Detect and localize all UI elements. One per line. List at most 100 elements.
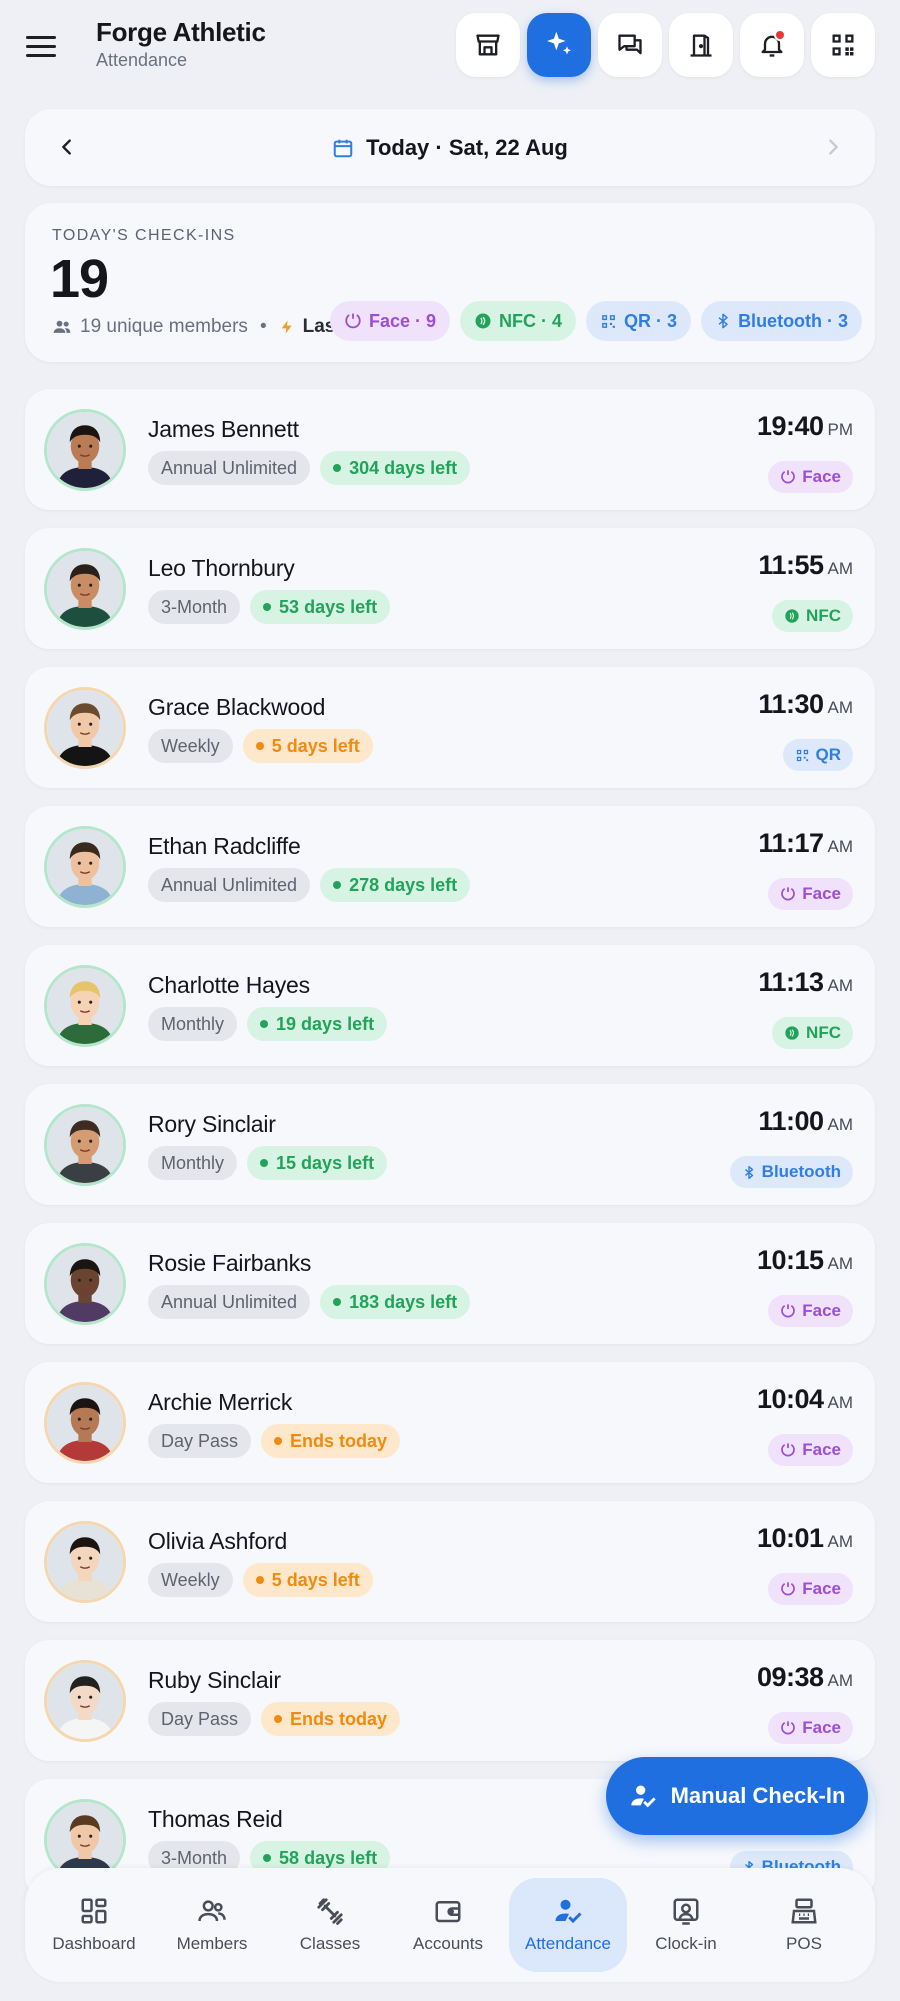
status-dot (263, 603, 272, 611)
checkin-time: 10:15 AM (757, 1245, 853, 1276)
avatar[interactable] (44, 687, 126, 769)
checkin-row[interactable]: James Bennett Annual Unlimited 304 days le… (25, 389, 875, 510)
checkin-row[interactable]: Grace Blackwood Weekly 5 days left 11:30 AM Q… (25, 667, 875, 788)
days-left-badge: 53 days left (250, 590, 391, 624)
page-subtitle: Attendance (96, 50, 188, 70)
member-name[interactable]: Charlotte Hayes (148, 972, 310, 999)
member-name[interactable]: Grace Blackwood (148, 694, 325, 721)
avatar[interactable] (44, 1382, 126, 1464)
checkin-row[interactable]: Archie Merrick Day Pass Ends today 10:04 AM F… (25, 1362, 875, 1483)
nav-pos[interactable]: POS (745, 1878, 863, 1972)
time-ampm: AM (827, 698, 854, 717)
days-left-badge: 304 days left (320, 451, 471, 485)
method-badge: Face (768, 1434, 853, 1466)
time-ampm: AM (827, 976, 854, 995)
avatar[interactable] (44, 548, 126, 630)
method-badge: Face (768, 1712, 853, 1744)
member-name[interactable]: Rory Sinclair (148, 1111, 276, 1138)
menu-icon[interactable] (26, 28, 62, 64)
face-scan-icon (345, 313, 361, 329)
avatar[interactable] (44, 965, 126, 1047)
ai-assistant-button[interactable] (527, 13, 591, 77)
chat-icon (618, 34, 642, 55)
checkin-row[interactable]: Ethan Radcliffe Annual Unlimited 278 days … (25, 806, 875, 927)
member-name[interactable]: Archie Merrick (148, 1389, 292, 1416)
chip-qr-label: QR · 3 (624, 310, 678, 331)
avatar[interactable] (44, 409, 126, 491)
time-ampm: AM (827, 1671, 854, 1690)
avatar[interactable] (44, 1660, 126, 1742)
plan-badge: Weekly (148, 1563, 233, 1597)
date-display[interactable]: Today · Sat, 22 Aug (25, 109, 875, 186)
plan-badge: Monthly (148, 1007, 238, 1041)
door-access-button[interactable] (669, 13, 733, 77)
membership-tags: Monthly 19 days left (148, 1007, 388, 1041)
nav-classes[interactable]: Classes (271, 1878, 389, 1972)
checkin-row[interactable]: Leo Thornbury 3-Month 53 days left 11:55 AM N… (25, 528, 875, 649)
checkin-row[interactable]: Olivia Ashford Weekly 5 days left 10:01 AM Fa… (25, 1501, 875, 1622)
chip-qr[interactable]: QR · 3 (586, 301, 692, 341)
messages-button[interactable] (598, 13, 662, 77)
checkin-row[interactable]: Charlotte Hayes Monthly 19 days left 11:13 A… (25, 945, 875, 1066)
method-label: Face (802, 1301, 841, 1320)
avatar[interactable] (44, 826, 126, 908)
checkin-row[interactable]: Rory Sinclair Monthly 15 days left 11:00 AM B… (25, 1084, 875, 1205)
next-day-button[interactable] (813, 127, 853, 167)
member-name[interactable]: Ruby Sinclair (148, 1667, 281, 1694)
manual-checkin-button[interactable]: Manual Check-In (606, 1757, 868, 1835)
qr-scanner-button[interactable] (811, 13, 875, 77)
status-dot (274, 1715, 283, 1723)
chip-nfc[interactable]: NFC · 4 (460, 301, 577, 341)
checkin-row[interactable]: Ruby Sinclair Day Pass Ends today 09:38 AM Fa… (25, 1640, 875, 1761)
nav-dashboard[interactable]: Dashboard (35, 1878, 153, 1972)
face-scan-icon (781, 1582, 796, 1596)
checkin-time: 10:01 AM (757, 1523, 853, 1554)
time-ampm: AM (827, 1115, 854, 1134)
member-name[interactable]: Rosie Fairbanks (148, 1250, 311, 1277)
time-ampm: AM (827, 1393, 854, 1412)
chip-face[interactable]: Face · 9 (330, 301, 451, 341)
time-value: 10:01 (756, 1523, 824, 1553)
nav-attendance[interactable]: Attendance (509, 1878, 627, 1972)
nav-members[interactable]: Members (153, 1878, 271, 1972)
avatar[interactable] (44, 1243, 126, 1325)
chip-bluetooth[interactable]: Bluetooth · 3 (701, 301, 863, 341)
plan-badge: Day Pass (148, 1424, 252, 1458)
avatar[interactable] (44, 1521, 126, 1603)
member-name[interactable]: Olivia Ashford (148, 1528, 287, 1555)
membership-tags: Weekly 5 days left (148, 1563, 373, 1597)
nav-accounts[interactable]: Accounts (389, 1878, 507, 1972)
status-dot (333, 1298, 342, 1306)
days-left-badge: 278 days left (320, 868, 471, 902)
calendar-icon (333, 139, 353, 157)
storefront-button[interactable] (456, 13, 520, 77)
method-badge: Face (768, 878, 853, 910)
nav-clock-in[interactable]: Clock-in (627, 1878, 745, 1972)
days-left-badge: Ends today (261, 1702, 401, 1736)
days-left-label: 53 days left (279, 596, 378, 617)
unique-members: 19 unique members (80, 316, 248, 337)
checkin-row[interactable]: Rosie Fairbanks Annual Unlimited 183 days … (25, 1223, 875, 1344)
days-left-badge: Ends today (261, 1424, 401, 1458)
notifications-button[interactable] (740, 13, 804, 77)
days-left-label: 304 days left (349, 457, 458, 478)
notification-badge (774, 29, 786, 41)
summary-label: TODAY'S CHECK-INS (52, 227, 236, 244)
status-dot (274, 1437, 283, 1445)
time-ampm: AM (827, 559, 854, 578)
time-value: 11:13 (758, 967, 824, 997)
method-badge: NFC (772, 600, 853, 632)
member-name[interactable]: Thomas Reid (148, 1806, 283, 1833)
manual-checkin-label: Manual Check-In (670, 1783, 846, 1808)
app-title: Forge Athletic (96, 17, 266, 47)
avatar[interactable] (44, 1104, 126, 1186)
checkins-summary: TODAY'S CHECK-INS 19 19 unique members •… (25, 203, 875, 362)
date-label: Today · Sat, 22 Aug (366, 134, 568, 160)
member-name[interactable]: James Bennett (148, 416, 299, 443)
member-name[interactable]: Ethan Radcliffe (148, 833, 301, 860)
membership-tags: Annual Unlimited 304 days left (148, 451, 471, 485)
days-left-badge: 19 days left (247, 1007, 388, 1041)
days-left-label: 183 days left (349, 1291, 458, 1312)
people-icon (53, 320, 71, 333)
member-name[interactable]: Leo Thornbury (148, 555, 295, 582)
